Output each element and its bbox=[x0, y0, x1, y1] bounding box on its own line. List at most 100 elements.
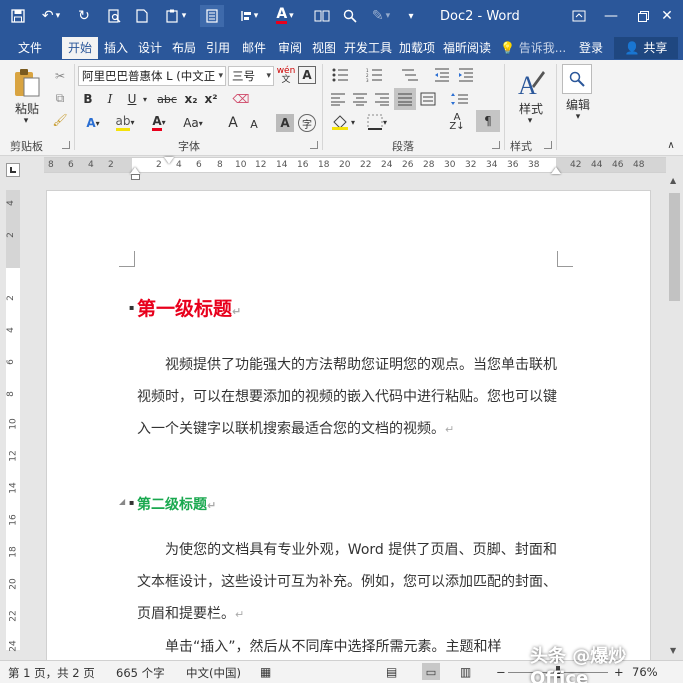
tab-layout[interactable]: 布局 bbox=[168, 37, 200, 59]
language[interactable]: 中文(中国) bbox=[186, 665, 241, 681]
ribbon-display-icon[interactable] bbox=[563, 0, 595, 32]
chevron-down-icon[interactable]: ▾ bbox=[140, 90, 150, 108]
styles-launcher-icon[interactable] bbox=[544, 141, 552, 149]
word-count[interactable]: 665 个字 bbox=[116, 665, 165, 681]
editing-button[interactable]: 编辑 bbox=[558, 96, 598, 112]
zoom-out-icon[interactable]: − bbox=[496, 665, 506, 679]
shading-icon[interactable]: ▾ bbox=[328, 112, 358, 132]
web-layout-icon[interactable]: ▥ bbox=[460, 665, 471, 679]
chevron-down-icon[interactable]: ▾ bbox=[520, 116, 540, 126]
enclose-char-button[interactable]: 字 bbox=[298, 114, 316, 132]
redo-icon[interactable]: ↻ bbox=[72, 5, 96, 27]
minimize-icon[interactable]: — bbox=[595, 0, 627, 32]
collapse-triangle-icon[interactable]: ◢ bbox=[119, 497, 125, 506]
numbering-icon[interactable]: 123 bbox=[362, 66, 390, 84]
char-border-icon[interactable]: A bbox=[298, 66, 316, 84]
undo-icon[interactable]: ↶ ▾ bbox=[36, 5, 66, 27]
vertical-ruler[interactable]: 4 2 2 4 6 8 10 12 14 16 18 20 22 24 bbox=[6, 190, 20, 652]
tab-design[interactable]: 设计 bbox=[134, 37, 166, 59]
paragraph-icon[interactable]: ▾ bbox=[234, 5, 264, 27]
first-line-indent-marker[interactable] bbox=[164, 157, 174, 164]
increase-indent-icon[interactable] bbox=[456, 66, 476, 84]
phonetic-guide-icon[interactable]: wén 文 bbox=[276, 66, 296, 86]
justify-icon[interactable] bbox=[394, 88, 416, 110]
change-case-button[interactable]: Aa ▾ bbox=[178, 114, 208, 132]
align-left-icon[interactable] bbox=[328, 90, 348, 108]
editing-search-icon[interactable] bbox=[562, 64, 592, 94]
align-right-icon[interactable] bbox=[372, 90, 392, 108]
read-mode-icon[interactable]: ▤ bbox=[386, 665, 397, 679]
styles-button[interactable]: 样式 bbox=[510, 100, 552, 116]
draw-icon[interactable]: ✎ ▾ bbox=[366, 5, 396, 27]
distribute-icon[interactable] bbox=[418, 90, 438, 108]
print-preview-icon[interactable] bbox=[102, 5, 126, 27]
paste-dropdown-icon[interactable]: ▾ bbox=[16, 116, 36, 126]
sort-icon[interactable]: A Z↓ bbox=[446, 112, 468, 132]
hanging-indent-marker[interactable] bbox=[130, 167, 140, 174]
bullets-icon[interactable] bbox=[328, 66, 356, 84]
body-paragraph-2[interactable]: 为使您的文档具有专业外观，Word 提供了页眉、页脚、封面和文本框设计，这些设计… bbox=[137, 534, 557, 631]
tab-home[interactable]: 开始 bbox=[62, 37, 98, 59]
font-size-combo[interactable]: 三号 ▾ bbox=[228, 66, 274, 86]
tab-developer[interactable]: 开发工具 bbox=[342, 37, 394, 59]
new-doc-icon[interactable] bbox=[130, 5, 154, 27]
highlight-icon[interactable]: ab ▾ bbox=[112, 112, 138, 132]
tab-selector[interactable] bbox=[6, 163, 20, 177]
styles-gallery-icon[interactable]: A bbox=[510, 66, 552, 100]
char-shading-button[interactable]: A bbox=[276, 114, 294, 132]
paste-big-icon[interactable] bbox=[8, 66, 46, 100]
subscript-button[interactable]: x₂ bbox=[182, 90, 200, 108]
tab-insert[interactable]: 插入 bbox=[100, 37, 132, 59]
tab-foxit[interactable]: 福昕阅读 bbox=[442, 37, 492, 59]
scroll-up-icon[interactable]: ▲ bbox=[670, 176, 676, 185]
macro-record-icon[interactable]: ▦ bbox=[260, 665, 271, 679]
font-name-combo[interactable]: 阿里巴巴普惠体 L (中文正 ▾ bbox=[78, 66, 226, 86]
tab-file[interactable]: 文件 bbox=[8, 37, 52, 59]
right-indent-marker[interactable] bbox=[551, 167, 561, 174]
layout-icon[interactable] bbox=[310, 5, 334, 27]
view-icon[interactable] bbox=[200, 5, 224, 27]
tab-references[interactable]: 引用 bbox=[202, 37, 234, 59]
text-effects-icon[interactable]: A ▾ bbox=[80, 114, 106, 132]
close-icon[interactable]: ✕ bbox=[651, 0, 683, 32]
scroll-thumb[interactable] bbox=[669, 193, 680, 301]
print-layout-icon[interactable]: ▭ bbox=[422, 663, 440, 680]
line-spacing-icon[interactable] bbox=[446, 90, 474, 108]
font-color-icon[interactable]: A ▾ bbox=[270, 5, 300, 27]
show-marks-icon[interactable]: ¶ bbox=[476, 110, 500, 132]
share-button[interactable]: 👤 共享 bbox=[614, 37, 678, 59]
heading-level-1[interactable]: 第一级标题↵ bbox=[137, 294, 241, 321]
strikethrough-button[interactable]: abc bbox=[156, 90, 178, 108]
tell-me-box[interactable]: 💡 告诉我... bbox=[500, 37, 570, 59]
borders-icon[interactable]: ▾ bbox=[362, 112, 392, 132]
superscript-button[interactable]: x² bbox=[202, 90, 220, 108]
format-painter-icon[interactable]: 🖌 bbox=[50, 110, 70, 130]
paste-label[interactable]: 粘贴 bbox=[8, 100, 46, 116]
document-page[interactable]: ▪ 第一级标题↵ 视频提供了功能强大的方法帮助您证明您的观点。当您单击联机视频时… bbox=[46, 190, 651, 662]
tab-mailings[interactable]: 邮件 bbox=[238, 37, 270, 59]
collapse-ribbon-icon[interactable]: ∧ bbox=[664, 138, 678, 152]
signin-button[interactable]: 登录 bbox=[572, 37, 610, 59]
heading-level-2[interactable]: 第二级标题↵ bbox=[137, 494, 216, 514]
clear-format-icon[interactable]: ⌫ bbox=[230, 88, 252, 110]
tab-addins[interactable]: 加载项 bbox=[396, 37, 438, 59]
save-icon[interactable] bbox=[6, 5, 30, 27]
font-launcher-icon[interactable] bbox=[310, 141, 318, 149]
dropdown-icon[interactable]: ▾ bbox=[404, 5, 418, 27]
tab-review[interactable]: 审阅 bbox=[274, 37, 306, 59]
tab-view[interactable]: 视图 bbox=[308, 37, 340, 59]
grow-font-button[interactable]: A bbox=[224, 114, 242, 132]
bold-button[interactable]: B bbox=[80, 90, 96, 108]
vertical-scrollbar[interactable]: ▲ ▼ bbox=[666, 173, 683, 660]
shrink-font-button[interactable]: A bbox=[246, 116, 262, 132]
page-count[interactable]: 第 1 页，共 2 页 bbox=[8, 665, 95, 681]
copy-icon[interactable]: ⧉ bbox=[50, 88, 70, 108]
multilevel-list-icon[interactable] bbox=[396, 66, 424, 84]
find-icon[interactable] bbox=[338, 5, 362, 27]
chevron-down-icon[interactable]: ▾ bbox=[568, 112, 588, 122]
font-color-button[interactable]: A ▾ bbox=[146, 112, 172, 132]
clipboard-launcher-icon[interactable] bbox=[62, 141, 70, 149]
align-center-icon[interactable] bbox=[350, 90, 370, 108]
cut-icon[interactable]: ✂ bbox=[50, 66, 70, 86]
paragraph-launcher-icon[interactable] bbox=[492, 141, 500, 149]
